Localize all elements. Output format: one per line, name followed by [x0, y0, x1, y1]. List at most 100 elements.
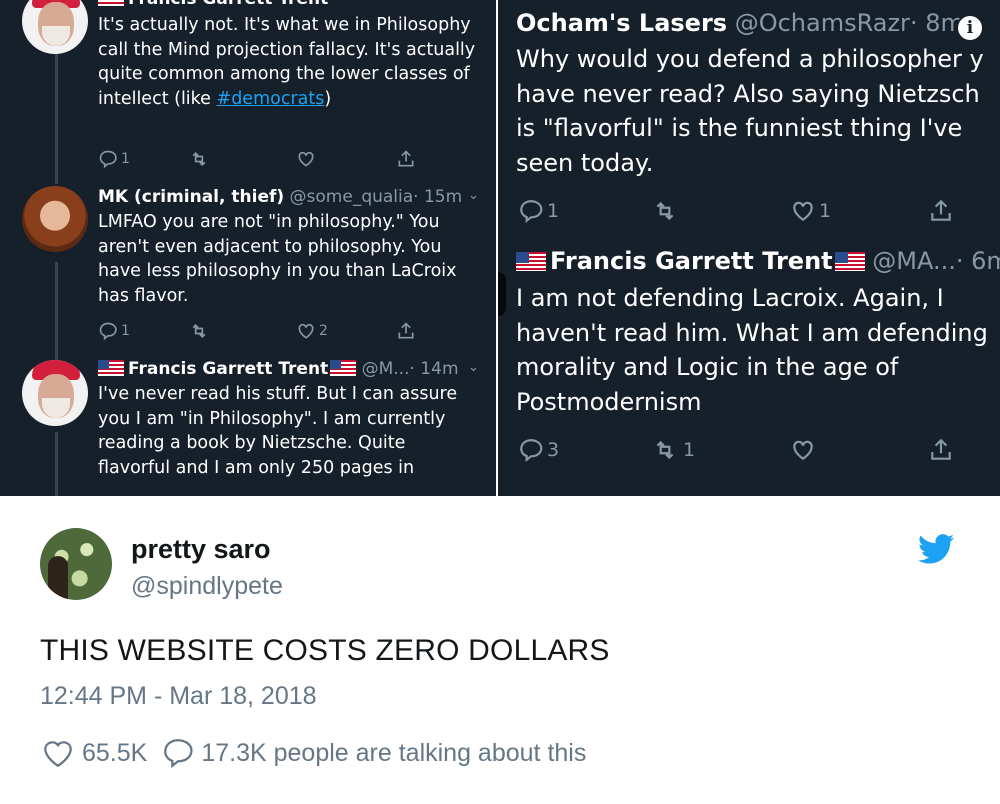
- retweet-icon: [192, 323, 206, 339]
- avatar[interactable]: [22, 0, 88, 54]
- tweet-header: Francis Garrett Trent @M...· 14m: [98, 358, 483, 380]
- tweet-text: It's actually not. It's what we in Philo…: [98, 13, 483, 111]
- retweet-icon: [192, 151, 206, 167]
- tweet-text: I am not defending Lacroix. Again, I hav…: [516, 281, 1000, 419]
- reply-button[interactable]: 3: [518, 437, 559, 463]
- info-icon[interactable]: i: [956, 14, 984, 42]
- author-handle[interactable]: @MA...: [872, 247, 956, 275]
- reply-count: 1: [547, 200, 560, 222]
- like-count: 65.5K: [82, 738, 148, 767]
- thread-connector: [498, 272, 506, 316]
- tweet-time: · 6m: [955, 247, 1000, 275]
- share-icon: [398, 322, 414, 339]
- author-name[interactable]: Francis Garrett Trent: [128, 0, 328, 9]
- like-icon: [298, 151, 314, 167]
- author-handle[interactable]: @OchamsRazr: [735, 9, 910, 37]
- thread-line: [55, 262, 58, 360]
- tweet-header: Francis Garrett Trent @MA...· 6m: [516, 246, 1000, 276]
- tweet-line: I am not defending Lacroix. Again, I: [516, 284, 944, 312]
- tweet-line: have never read? Also saying Nietzsch: [516, 79, 980, 108]
- share-icon: [931, 199, 951, 221]
- like-button[interactable]: 2: [296, 321, 328, 341]
- author-name[interactable]: Francis Garrett Trent: [550, 247, 833, 275]
- like-icon: [44, 741, 72, 768]
- like-count: 2: [319, 323, 328, 339]
- reply-icon: [520, 200, 543, 224]
- share-button[interactable]: [928, 198, 954, 224]
- share-button[interactable]: [396, 321, 416, 341]
- chevron-down-icon[interactable]: ⌄: [468, 360, 479, 375]
- talking-count: 17.3K people are talking about this: [201, 738, 587, 767]
- us-flag-icon: [98, 0, 124, 6]
- left-thread-screenshot: Francis Garrett Trent It's actually not.…: [0, 0, 496, 496]
- share-icon: [398, 150, 414, 167]
- avatar[interactable]: [22, 186, 88, 252]
- share-button[interactable]: [396, 149, 416, 169]
- reply-count: 3: [547, 439, 560, 461]
- reply-icon: [520, 439, 543, 463]
- chevron-down-icon[interactable]: ⌄: [468, 188, 479, 203]
- retweet-button[interactable]: [650, 198, 680, 224]
- share-icon: [931, 438, 951, 460]
- avatar[interactable]: [40, 528, 112, 600]
- tweet-line: morality and Logic in the age of: [516, 353, 899, 381]
- author-handle[interactable]: @spindlypete: [131, 572, 283, 601]
- tweet-body-end: ): [324, 88, 332, 109]
- tweet-stats: 65.5K 17.3K people are talking about thi…: [40, 736, 586, 770]
- tweet-text: I've never read his stuff. But I can ass…: [98, 384, 458, 478]
- tweet-text: Why would you defend a philosopher y hav…: [516, 42, 1000, 180]
- us-flag-icon: [330, 360, 357, 376]
- tweet-header: Ocham's Lasers @OchamsRazr· 8m: [516, 8, 964, 38]
- tweet-line: seen today.: [516, 148, 654, 177]
- retweet-button[interactable]: [188, 321, 210, 341]
- like-button[interactable]: [296, 149, 316, 169]
- author-name[interactable]: Ocham's Lasers: [516, 9, 727, 37]
- retweet-icon: [656, 201, 674, 221]
- reply-icon: [99, 150, 117, 169]
- tweet-header: Francis Garrett Trent: [98, 0, 483, 10]
- like-button[interactable]: 65.5K: [40, 736, 147, 770]
- us-flag-icon: [834, 252, 865, 271]
- reply-count: 1: [121, 323, 130, 339]
- like-icon: [793, 201, 813, 221]
- tweet-time: · 14m: [409, 359, 459, 379]
- us-flag-icon: [98, 360, 124, 376]
- talking-link[interactable]: 17.3K people are talking about this: [161, 736, 586, 770]
- tweet-header: MK (criminal, thief) @some_qualia· 15m: [98, 186, 483, 208]
- like-button[interactable]: [790, 437, 816, 463]
- tweet-text: LMFAO you are not "in philosophy." You a…: [98, 212, 457, 306]
- tweet-timestamp[interactable]: 12:44 PM - Mar 18, 2018: [40, 682, 317, 711]
- avatar[interactable]: [22, 360, 88, 426]
- tweet-line: is "flavorful" is the funniest thing I'v…: [516, 114, 963, 142]
- tweet-line: Postmodernism: [516, 387, 702, 416]
- reply-count: 1: [121, 151, 130, 167]
- author-handle[interactable]: @M...: [362, 359, 410, 379]
- like-icon: [793, 440, 813, 460]
- retweet-button[interactable]: [188, 149, 210, 169]
- tweet-line: haven't read him. What I am defending: [516, 318, 988, 347]
- like-count: 1: [819, 200, 832, 222]
- us-flag-icon: [516, 252, 546, 271]
- tweet-time: · 15m: [413, 187, 463, 207]
- reply-button[interactable]: 1: [518, 198, 559, 224]
- tweet-actions: 3 1: [518, 437, 958, 465]
- author-name[interactable]: Francis Garrett Trent: [128, 359, 328, 379]
- embedded-tweet: pretty saro @spindlypete THIS WEBSITE CO…: [0, 498, 1000, 804]
- tweet-text: THIS WEBSITE COSTS ZERO DOLLARS: [40, 634, 610, 667]
- reply-button[interactable]: 1: [98, 321, 130, 341]
- share-button[interactable]: [928, 437, 954, 463]
- tweet-actions: 1 1: [518, 198, 958, 226]
- thread-line: [55, 52, 58, 184]
- author-name[interactable]: pretty saro: [131, 534, 271, 565]
- retweet-button[interactable]: 1: [650, 437, 695, 463]
- reply-button[interactable]: 1: [98, 149, 130, 169]
- author-name[interactable]: MK (criminal, thief): [98, 187, 284, 207]
- author-handle[interactable]: @some_qualia: [290, 187, 414, 207]
- tweet-line: Why would you defend a philosopher y: [516, 45, 984, 73]
- twitter-bird-icon[interactable]: [918, 534, 954, 564]
- hashtag-link[interactable]: #democrats: [217, 89, 325, 109]
- like-button[interactable]: 1: [790, 198, 831, 224]
- right-thread-screenshot: Ocham's Lasers @OchamsRazr· 8m i Why wou…: [498, 0, 1000, 496]
- reply-icon: [99, 322, 117, 341]
- retweet-icon: [656, 440, 674, 460]
